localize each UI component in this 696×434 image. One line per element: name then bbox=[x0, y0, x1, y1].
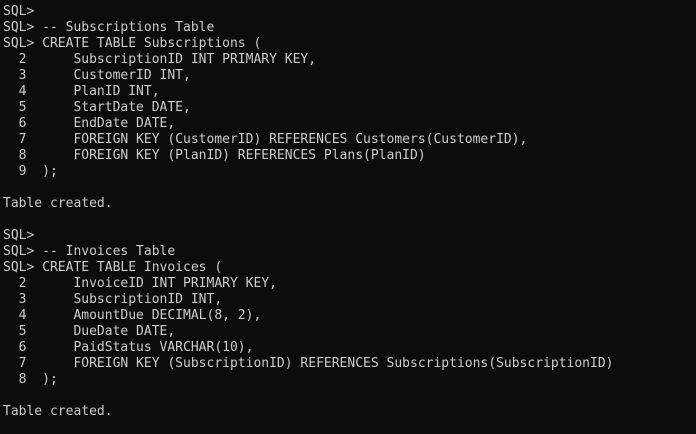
console-line-comment-invoices: SQL> -- Invoices Table bbox=[3, 244, 176, 259]
console-line-duedate-column: 5 DueDate DATE, bbox=[3, 324, 176, 339]
console-line-blank bbox=[3, 212, 696, 228]
console-line-customerid-column: 3 CustomerID INT, bbox=[3, 68, 191, 83]
console-line-comment-subscriptions: SQL> -- Subscriptions Table bbox=[3, 20, 215, 35]
console-line-table-created: Table created. bbox=[3, 404, 113, 419]
console-line-fk-planid: 8 FOREIGN KEY (PlanID) REFERENCES Plans(… bbox=[3, 148, 426, 163]
console-line-invoiceid-column: 2 InvoiceID INT PRIMARY KEY, bbox=[3, 276, 277, 291]
console-line-close-paren: 8 ); bbox=[3, 372, 58, 387]
console-line-prompt: SQL> bbox=[3, 4, 35, 19]
console-line-planid-column: 4 PlanID INT, bbox=[3, 84, 160, 99]
console-line-fk-customerid: 7 FOREIGN KEY (CustomerID) REFERENCES Cu… bbox=[3, 132, 528, 147]
console-line-subscriptionid-column: 2 SubscriptionID INT PRIMARY KEY, bbox=[3, 52, 317, 67]
console-line-enddate-column: 6 EndDate DATE, bbox=[3, 116, 176, 131]
console-line-close-paren: 9 ); bbox=[3, 164, 58, 179]
console-line-paidstatus-column: 6 PaidStatus VARCHAR(10), bbox=[3, 340, 254, 355]
console-line-blank bbox=[3, 180, 696, 196]
console-line-create-subscriptions: SQL> CREATE TABLE Subscriptions ( bbox=[3, 36, 262, 51]
console-line-prompt: SQL> bbox=[3, 228, 35, 243]
console-line-startdate-column: 5 StartDate DATE, bbox=[3, 100, 191, 115]
console-line-create-invoices: SQL> CREATE TABLE Invoices ( bbox=[3, 260, 223, 275]
console-line-blank bbox=[3, 388, 696, 404]
sqlplus-console-output[interactable]: SQL> SQL> -- Subscriptions Table SQL> CR… bbox=[0, 0, 696, 434]
console-line-table-created: Table created. bbox=[3, 196, 113, 211]
console-line-subscriptionid-column: 3 SubscriptionID INT, bbox=[3, 292, 223, 307]
console-line-fk-subscriptionid: 7 FOREIGN KEY (SubscriptionID) REFERENCE… bbox=[3, 356, 614, 371]
console-line-amountdue-column: 4 AmountDue DECIMAL(8, 2), bbox=[3, 308, 262, 323]
